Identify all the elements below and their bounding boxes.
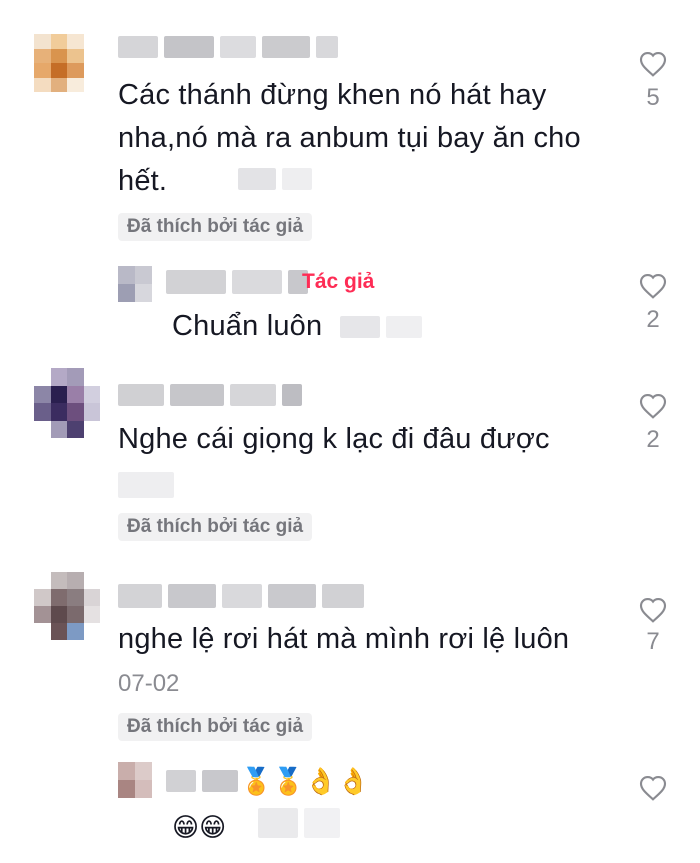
- avatar[interactable]: [34, 572, 100, 640]
- like-count: 2: [646, 306, 660, 333]
- avatar[interactable]: [34, 368, 100, 438]
- liked-by-author-badge: Đã thích bởi tác giả: [118, 713, 313, 741]
- emoji-blurred: [340, 316, 422, 338]
- heart-outline-icon[interactable]: [636, 270, 670, 302]
- like-count: 7: [646, 628, 660, 655]
- author-badge: Tác giả: [302, 270, 375, 293]
- reply-text: Chuẩn luôn: [172, 310, 323, 342]
- avatar[interactable]: [118, 266, 152, 302]
- username-emojis: 🏅🏅👌👌: [240, 766, 370, 796]
- comment-text: Các thánh đừng khen nó hát hay nha,nó mà…: [118, 79, 581, 197]
- comment-text: nghe lệ rơi hát mà mình rơi lệ luôn: [118, 623, 570, 655]
- username-blurred[interactable]: [118, 584, 364, 608]
- emoji-blurred: [258, 808, 340, 838]
- username-blurred[interactable]: [118, 384, 302, 406]
- emoji-blurred: [118, 472, 174, 498]
- liked-by-author-badge: Đã thích bởi tác giả: [118, 513, 313, 541]
- emoji-blurred: [238, 168, 312, 190]
- comment-text: Nghe cái giọng k lạc đi đâu được: [118, 423, 550, 455]
- heart-outline-icon[interactable]: [636, 48, 670, 80]
- heart-outline-icon[interactable]: [636, 772, 670, 804]
- avatar[interactable]: [34, 34, 84, 92]
- username-blurred[interactable]: [166, 270, 308, 294]
- like-count: 5: [646, 84, 660, 111]
- username-blurred[interactable]: [166, 770, 238, 792]
- avatar[interactable]: [118, 762, 152, 798]
- comment-date: 07-02: [118, 670, 180, 697]
- username-blurred[interactable]: [118, 36, 338, 58]
- like-count: 2: [646, 426, 660, 453]
- reply-text: 😁😁: [172, 812, 227, 842]
- liked-by-author-badge: Đã thích bởi tác giả: [118, 213, 313, 241]
- heart-outline-icon[interactable]: [636, 390, 670, 422]
- heart-outline-icon[interactable]: [636, 594, 670, 626]
